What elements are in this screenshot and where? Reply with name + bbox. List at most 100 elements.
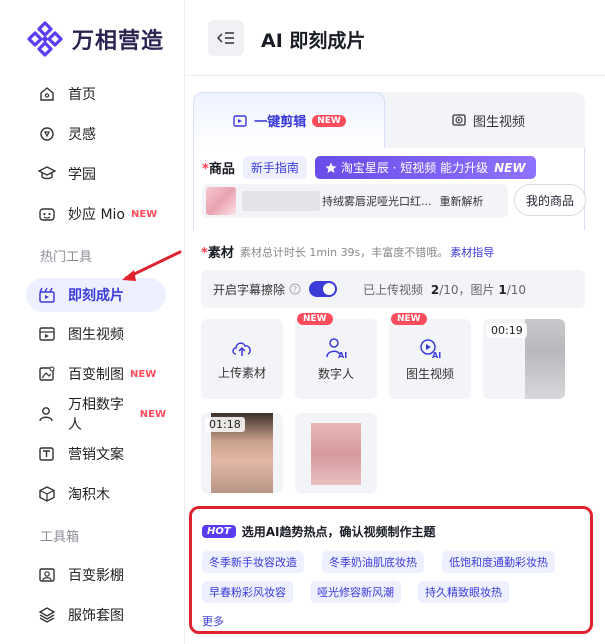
layers-icon	[38, 606, 56, 624]
sidebar-item-copywriting[interactable]: 营销文案	[26, 437, 166, 471]
tile-label: 上传素材	[217, 365, 266, 380]
video-thumbnail[interactable]: 00:19	[483, 319, 565, 399]
cube-icon	[38, 485, 56, 503]
digital-human-tile[interactable]: NEW AI 数字人	[295, 313, 377, 399]
new-badge: NEW	[130, 208, 158, 220]
text-icon	[38, 445, 56, 463]
bulb-icon	[38, 125, 56, 143]
hot-topic-tag[interactable]: 哑光修容新风潮	[310, 581, 401, 603]
home-icon	[38, 85, 56, 103]
image-video-icon	[452, 114, 466, 126]
hot-topic-tag[interactable]: 冬季新手妆容改造	[202, 551, 304, 573]
hot-topic-tag[interactable]: 低饱和度通勤彩妆热	[442, 551, 555, 573]
image-video-icon	[38, 325, 56, 343]
tab-label: 图生视频	[472, 114, 525, 130]
sidebar-item-label: 万相数字人	[68, 397, 124, 433]
collapse-sidebar-button[interactable]	[208, 20, 244, 56]
sidebar-item-inspiration[interactable]: 灵感	[26, 117, 166, 151]
video-blur-image	[525, 319, 565, 399]
brand-name: 万相营造	[72, 29, 165, 54]
hot-title-text: 选用AI趋势热点，确认视频制作主题	[241, 525, 436, 539]
sidebar-item-image-video[interactable]: 图生视频	[26, 317, 166, 351]
svg-text:?: ?	[293, 285, 297, 294]
person-icon	[38, 405, 56, 423]
sidebar-item-label: 妙应 Mio	[68, 207, 125, 223]
page-title: AI 即刻成片	[261, 30, 366, 52]
pointer-arrow-icon	[122, 250, 182, 281]
hot-topic-tag[interactable]: 持久精致眼妆热	[418, 581, 509, 603]
beginner-guide-link[interactable]: 新手指南	[242, 156, 307, 179]
tab-image-to-video[interactable]: 图生视频	[393, 92, 583, 148]
sidebar-item-studio[interactable]: 百变影棚	[26, 558, 166, 592]
product-selector[interactable]: 持绒雾唇泥哑光口红... 重新解析	[202, 184, 508, 218]
tab-label: 一键剪辑	[254, 115, 307, 130]
sidebar-item-label: 灵感	[68, 127, 96, 143]
hot-badge: HOT	[202, 525, 236, 538]
tile-label: 图生视频	[405, 366, 454, 381]
goods-section: *商品 新手指南 淘宝星辰 · 短视频 能力升级 NEW 持绒雾唇泥哑光口红..…	[193, 148, 586, 230]
svg-text:AI: AI	[432, 351, 441, 359]
subtitle-erase-label: 开启字幕擦除	[213, 282, 286, 297]
collapse-icon	[217, 32, 234, 44]
help-icon[interactable]: ?	[289, 283, 301, 295]
brand-logo-icon	[27, 21, 63, 57]
image-to-video-tile[interactable]: NEW AI 图生视频	[389, 313, 471, 399]
sidebar: 万相营造 首页 灵感 学园 妙应 Mio NEW 热门工具 即刻成片 图生视频 …	[0, 0, 185, 644]
sidebar-item-digital-human[interactable]: 万相数字人 NEW	[26, 397, 166, 433]
my-goods-button[interactable]: 我的商品	[514, 184, 586, 216]
studio-icon	[38, 566, 56, 584]
svg-text:AI: AI	[338, 351, 347, 359]
ai-video-icon: AI	[420, 338, 441, 359]
hot-topic-tag[interactable]: 早春粉彩风妆容	[202, 581, 293, 603]
cloud-upload-icon	[232, 341, 251, 356]
image-thumbnail[interactable]	[295, 413, 377, 493]
upload-material-tile[interactable]: 上传素材	[201, 319, 283, 399]
sidebar-item-apparel[interactable]: 服饰套图	[26, 598, 166, 632]
subtitle-erase-bar: 开启字幕擦除 ? 已上传视频 2/10，图片 1/10	[201, 270, 585, 308]
sidebar-item-label: 图生视频	[68, 327, 124, 343]
promo-text: 淘宝星辰 · 短视频 能力升级	[340, 161, 489, 175]
clapper-icon	[38, 286, 56, 304]
more-topics-link[interactable]: 更多	[202, 613, 224, 629]
subtitle-erase-toggle[interactable]	[309, 281, 338, 297]
star-icon	[325, 162, 337, 173]
product-name: 持绒雾唇泥哑光口红...	[322, 195, 432, 208]
promo-banner[interactable]: 淘宝星辰 · 短视频 能力升级 NEW	[314, 156, 536, 179]
sidebar-item-label: 服饰套图	[68, 608, 124, 624]
sidebar-item-label: 即刻成片	[68, 288, 124, 304]
sidebar-item-academy[interactable]: 学园	[26, 157, 166, 191]
product-thumbnail	[206, 187, 236, 215]
reparse-button[interactable]: 重新解析	[440, 193, 484, 209]
upload-count: 已上传视频 2/10，图片 1/10	[363, 282, 527, 297]
sidebar-item-blocks[interactable]: 淘积木	[26, 477, 166, 511]
new-badge: NEW	[139, 408, 166, 420]
hot-topics-panel: HOT 选用AI趋势热点，确认视频制作主题 冬季新手妆容改造 冬季奶油肌底妆热 …	[189, 506, 593, 634]
new-badge: NEW	[130, 368, 157, 380]
new-badge: NEW	[312, 114, 346, 127]
sidebar-item-home[interactable]: 首页	[26, 77, 166, 111]
material-hint: 素材总计时长 1min 39s，丰富度不错哦。	[239, 245, 449, 259]
scissors-video-icon	[233, 114, 247, 127]
mode-tabs: 一键剪辑 NEW 图生视频	[193, 92, 585, 148]
image-blur	[311, 423, 361, 485]
hot-topic-tag[interactable]: 冬季奶油肌底妆热	[322, 551, 424, 573]
image-edit-icon	[38, 365, 56, 383]
material-header: *素材 素材总计时长 1min 39s，丰富度不错哦。 素材指导	[201, 242, 494, 262]
new-badge: NEW	[494, 160, 526, 175]
material-guide-link[interactable]: 素材指导	[450, 244, 494, 260]
video-duration: 01:18	[205, 417, 245, 432]
ai-person-icon: AI	[326, 337, 347, 359]
sidebar-item-label: 百变影棚	[68, 568, 124, 584]
brand-logo[interactable]: 万相营造	[26, 20, 164, 58]
goods-label: *商品	[202, 162, 235, 177]
page-header: AI 即刻成片	[185, 0, 605, 76]
sidebar-item-image-edit[interactable]: 百变制图 NEW	[26, 357, 166, 391]
sidebar-item-label: 首页	[68, 87, 96, 103]
graduation-icon	[38, 165, 56, 183]
material-label: *素材	[201, 246, 234, 261]
hot-topics-title: HOT 选用AI趋势热点，确认视频制作主题	[202, 523, 435, 540]
video-thumbnail[interactable]: 01:18	[201, 413, 283, 493]
sidebar-item-mio[interactable]: 妙应 Mio NEW	[26, 197, 166, 231]
tab-one-click-edit[interactable]: 一键剪辑 NEW	[193, 92, 385, 148]
robot-icon	[38, 205, 56, 223]
